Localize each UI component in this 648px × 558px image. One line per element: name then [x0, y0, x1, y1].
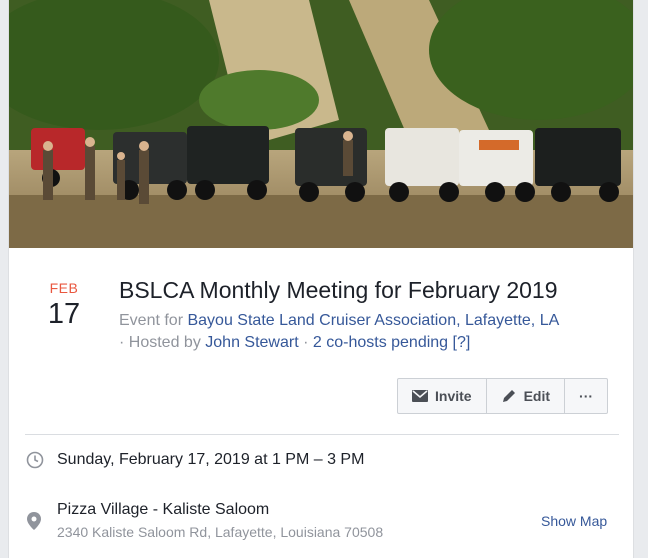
event-actions: Invite Edit ··· [397, 378, 609, 414]
ellipsis-icon: ··· [579, 388, 594, 404]
hosted-by-line: · Hosted by John Stewart · 2 co-hosts pe… [119, 334, 470, 352]
event-for-line: Event for Bayou State Land Cruiser Assoc… [119, 312, 559, 330]
event-month: FEB [49, 280, 79, 296]
event-day: 17 [47, 298, 81, 330]
host-link[interactable]: John Stewart [205, 334, 298, 351]
edit-button[interactable]: Edit [485, 379, 564, 413]
location-name[interactable]: Pizza Village - Kaliste Saloom [57, 501, 269, 519]
show-map-link[interactable]: Show Map [541, 513, 607, 529]
hosted-by-prefix: · Hosted by [119, 334, 206, 351]
event-card: FEB 17 BSLCA Monthly Meeting for Februar… [8, 0, 634, 558]
cohosts-pending-link[interactable]: 2 co-hosts pending [?] [313, 334, 470, 351]
event-for-prefix: Event for [119, 312, 188, 329]
more-options-button[interactable]: ··· [564, 379, 607, 413]
location-address: 2340 Kaliste Saloom Rd, Lafayette, Louis… [57, 524, 384, 540]
group-link[interactable]: Bayou State Land Cruiser Association, La… [187, 312, 559, 329]
cover-photo-image [9, 0, 633, 248]
map-pin-icon [27, 512, 41, 535]
details-divider [25, 434, 619, 435]
invite-label: Invite [435, 388, 472, 404]
clock-icon [25, 451, 45, 469]
pencil-icon [502, 390, 515, 402]
envelope-icon [412, 390, 428, 402]
event-time-row: Sunday, February 17, 2019 at 1 PM – 3 PM [25, 451, 364, 469]
edit-label: Edit [523, 388, 551, 404]
event-title: BSLCA Monthly Meeting for February 2019 [119, 277, 558, 303]
event-cover-photo[interactable] [9, 0, 633, 248]
meta-separator: · [298, 334, 313, 351]
event-date-badge: FEB 17 [39, 280, 89, 330]
invite-button[interactable]: Invite [398, 379, 486, 413]
event-time: Sunday, February 17, 2019 at 1 PM – 3 PM [57, 451, 365, 468]
